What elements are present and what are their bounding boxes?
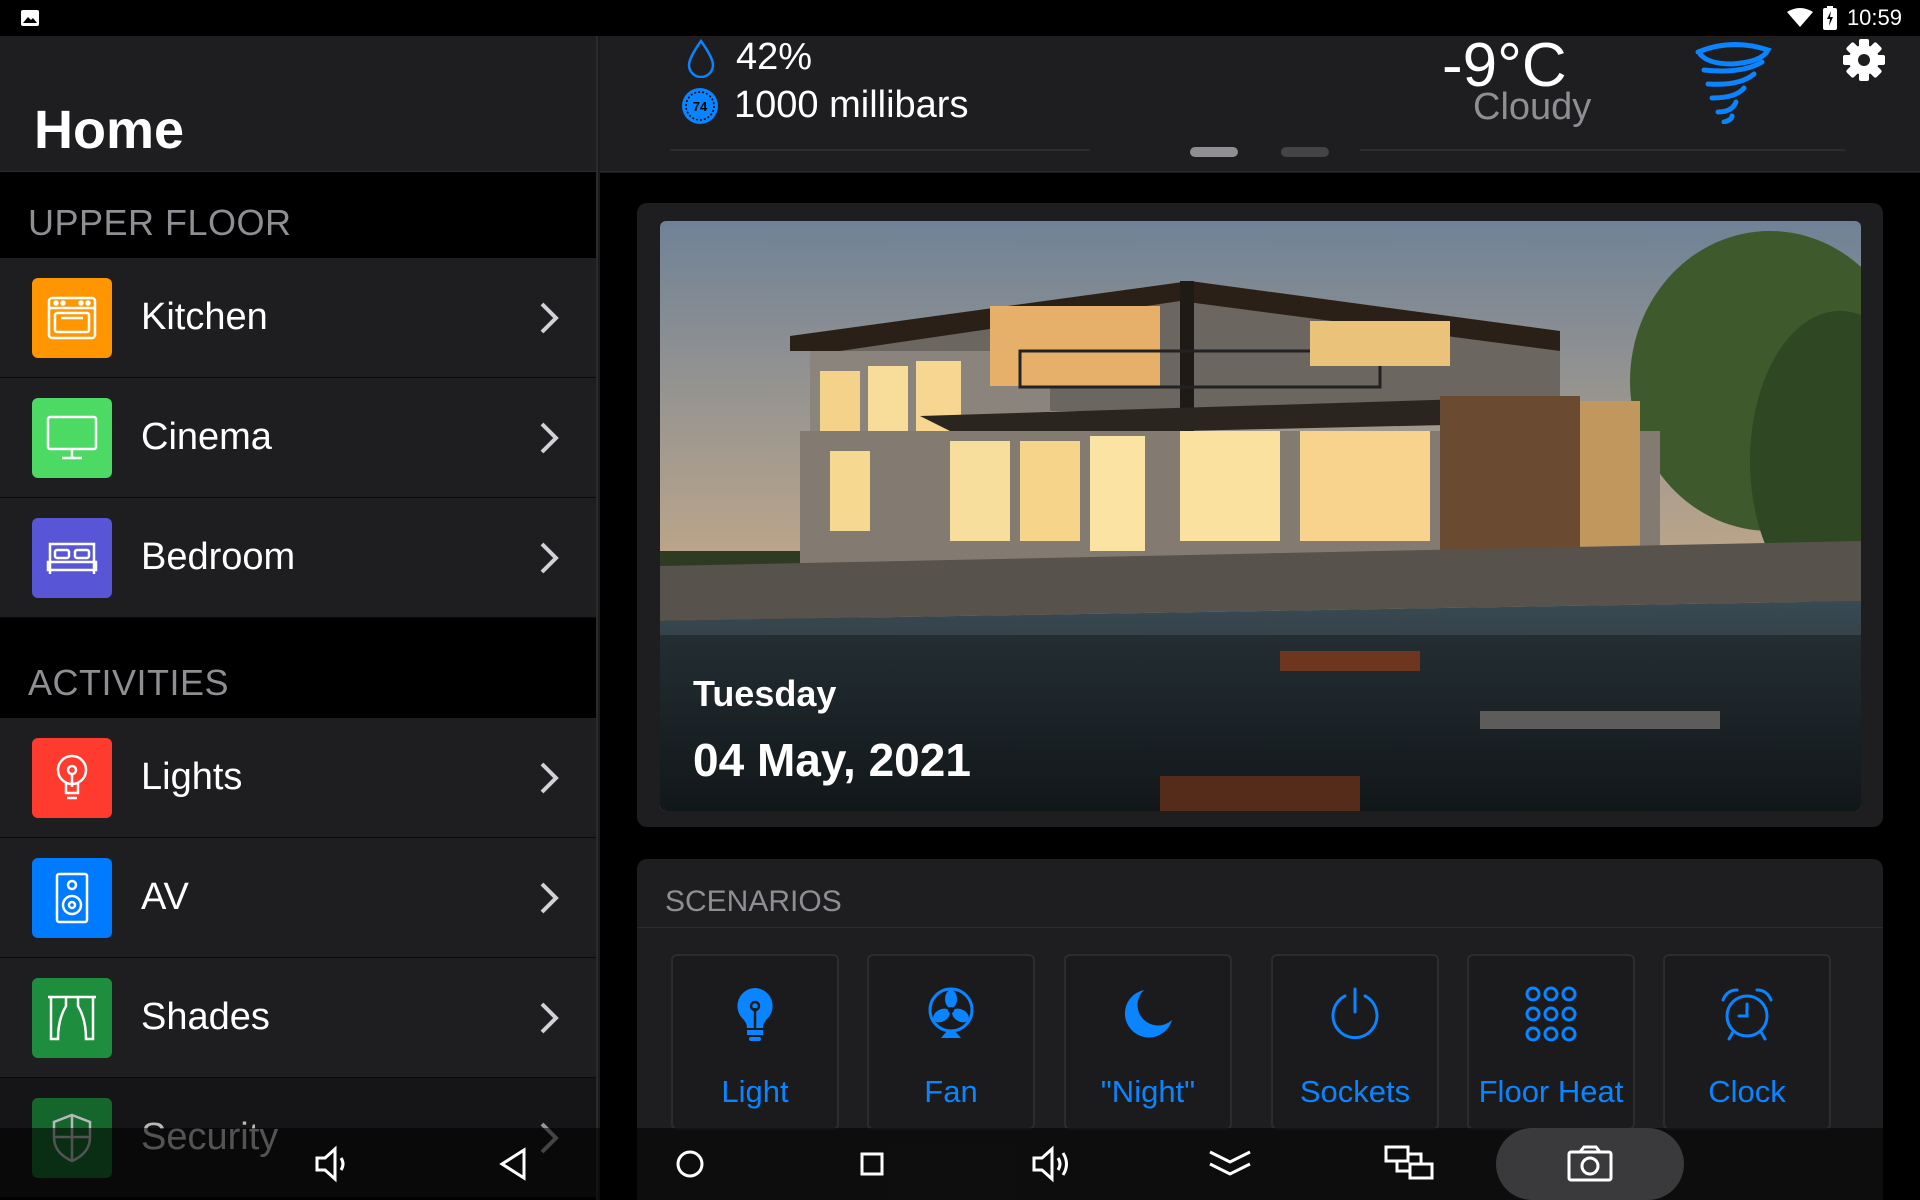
humidity-readout: 42% [686, 36, 812, 79]
page-indicator[interactable] [1281, 147, 1329, 157]
volume-up-icon[interactable] [1030, 1144, 1074, 1184]
power-icon [1331, 987, 1379, 1040]
chevron-right-icon [540, 302, 559, 334]
page-indicator-active[interactable] [1190, 147, 1238, 157]
water-drop-icon [687, 38, 715, 78]
scenarios-heading: SCENARIOS [665, 885, 842, 918]
sidebar-item-av[interactable]: AV [0, 838, 596, 958]
sidebar-item-bedroom[interactable]: Bedroom [0, 498, 596, 618]
sidebar-item-label: AV [141, 876, 189, 918]
scenario-label: Clock [1708, 1074, 1786, 1109]
chevron-right-icon [540, 882, 559, 914]
page-title: Home [34, 100, 185, 160]
divider [637, 927, 1883, 928]
chevron-right-icon [540, 762, 559, 794]
settings-gear-icon[interactable] [1840, 36, 1888, 84]
bed-icon [32, 517, 112, 598]
wifi-icon [1786, 8, 1813, 27]
scenario-label: Floor Heat [1478, 1074, 1624, 1109]
weather-condition: Cloudy [1473, 86, 1592, 128]
pressure-value: 1000 millibars [734, 84, 969, 126]
curtains-icon [32, 977, 112, 1058]
moon-icon [1124, 990, 1172, 1038]
section-heading-upper-floor: UPPER FLOOR [28, 202, 292, 243]
humidity-value: 42% [736, 36, 813, 78]
house-photo: Tuesday 04 May, 2021 [660, 221, 1861, 811]
chevron-right-icon [540, 1002, 559, 1034]
home-icon[interactable] [672, 1144, 708, 1184]
section-heading-activities: ACTIVITIES [28, 662, 230, 703]
home-photo-card: Tuesday 04 May, 2021 [637, 203, 1883, 827]
collapse-chevron-icon[interactable] [1206, 1144, 1254, 1184]
scenario-fan-button[interactable]: Fan [867, 954, 1035, 1130]
tornado-icon [1695, 41, 1772, 124]
scenario-label: Sockets [1299, 1074, 1411, 1109]
sidebar-item-kitchen[interactable]: Kitchen [0, 258, 596, 378]
battery-icon [1822, 6, 1837, 30]
recents-icon[interactable] [854, 1144, 890, 1184]
screen-mirror-icon[interactable] [1384, 1144, 1436, 1184]
sidebar-item-shades[interactable]: Shades [0, 958, 596, 1078]
system-nav-bar [0, 1128, 1920, 1200]
sidebar-item-label: Cinema [141, 416, 272, 458]
sidebar: Home UPPER FLOOR Kitchen Cinema Bedroom … [0, 36, 598, 1200]
pressure-readout: 74 1000 millibars [680, 84, 968, 127]
sidebar-item-label: Lights [141, 756, 243, 798]
pressure-badge-text: 74 [693, 99, 708, 114]
scenario-label: "Night" [1100, 1074, 1196, 1109]
sidebar-item-label: Kitchen [141, 296, 268, 338]
date-weekday: Tuesday [693, 673, 837, 714]
bulb-icon [32, 737, 112, 818]
sidebar-item-cinema[interactable]: Cinema [0, 378, 596, 498]
scenario-sockets-button[interactable]: Sockets [1271, 954, 1439, 1130]
speaker-icon [32, 857, 112, 938]
back-icon[interactable] [496, 1144, 532, 1184]
scenario-label: Light [721, 1074, 789, 1109]
volume-down-icon[interactable] [313, 1144, 349, 1184]
chevron-right-icon [540, 542, 559, 574]
monitor-icon [32, 397, 112, 478]
scenario-floor-heat-button[interactable]: Floor Heat [1467, 954, 1635, 1130]
scenario-label: Fan [924, 1074, 978, 1109]
lightbulb-icon [737, 988, 773, 1041]
main-content: Tuesday 04 May, 2021 SCENARIOS Light Fan… [600, 173, 1920, 1200]
fan-icon [928, 987, 974, 1038]
date-full: 04 May, 2021 [693, 734, 971, 786]
chevron-right-icon [540, 422, 559, 454]
alarm-clock-icon [1721, 988, 1773, 1041]
clock-time: 10:59 [1846, 5, 1902, 30]
divider [1360, 149, 1845, 151]
image-notification-icon [21, 10, 39, 26]
oven-icon [32, 277, 112, 358]
weather-bar: 42% 74 1000 millibars -9°C Cloudy [600, 31, 1920, 172]
barometer-icon: 74 [682, 87, 718, 124]
scenario-light-button[interactable]: Light [671, 954, 839, 1130]
screenshot-button[interactable] [1496, 1128, 1684, 1200]
divider [670, 149, 1090, 151]
sidebar-header: Home [0, 36, 596, 172]
dots-grid-icon [1525, 986, 1577, 1042]
sidebar-item-label: Bedroom [141, 536, 296, 578]
scenario-clock-button[interactable]: Clock [1663, 954, 1831, 1130]
sidebar-item-label: Shades [141, 996, 270, 1038]
scenario-night-button[interactable]: "Night" [1064, 954, 1232, 1130]
sidebar-item-lights[interactable]: Lights [0, 718, 596, 838]
status-bar: 10:59 [0, 0, 1920, 36]
camera-icon [1567, 1145, 1613, 1182]
